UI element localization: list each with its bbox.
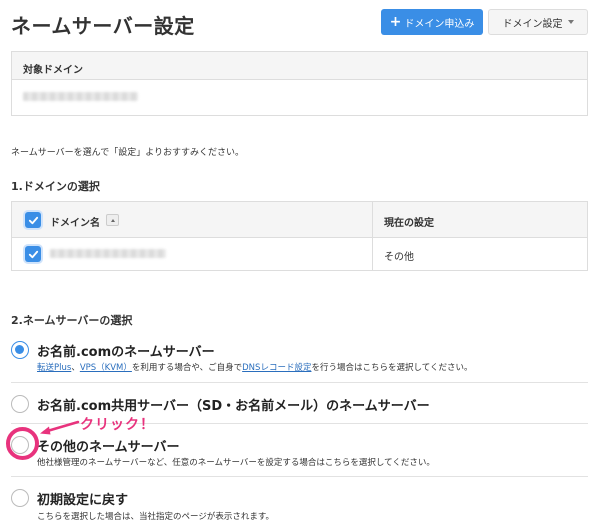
domain-settings-dropdown[interactable]: ドメイン設定 <box>488 9 588 35</box>
row-checkbox[interactable] <box>25 246 41 262</box>
target-domain-panel: 対象ドメイン <box>11 51 588 116</box>
divider <box>11 476 588 477</box>
ns-option-label: お名前.com共用サーバー（SD・お名前メール）のネームサーバー <box>37 399 430 414</box>
ns-option-label: お名前.comのネームサーバー <box>37 345 215 360</box>
radio-shared[interactable] <box>11 395 29 413</box>
ns-option-reset[interactable]: 初期設定に戻す こちらを選択した場合は、当社指定のページが表示されます。 <box>11 488 588 522</box>
divider <box>11 382 588 383</box>
sort-up-icon <box>110 218 115 222</box>
current-setting-value: その他 <box>384 252 414 263</box>
redacted-domain <box>23 92 138 101</box>
ns-option-onamae[interactable]: お名前.comのネームサーバー 転送Plus、VPS（KVM）を利用する場合や、… <box>11 340 588 375</box>
domain-section-title: 1.ドメインの選択 <box>11 180 100 193</box>
column-divider <box>372 238 373 270</box>
link-vps-kvm[interactable]: VPS（KVM） <box>80 363 132 373</box>
highlight-ring <box>6 427 39 460</box>
annotation-text: クリック！ <box>80 417 155 433</box>
ns-option-desc: こちらを選択した場合は、当社指定のページが表示されます。 <box>37 512 274 522</box>
ns-section-title: 2.ネームサーバーの選択 <box>11 314 133 327</box>
check-icon <box>28 250 38 258</box>
ns-option-desc: 他社様管理のネームサーバーなど、任意のネームサーバーを設定する場合はこちらを選択… <box>37 458 435 468</box>
page-title: ネームサーバー設定 <box>11 14 195 38</box>
domain-table-header: ドメイン名 現在の設定 <box>12 202 587 238</box>
radio-reset[interactable] <box>11 489 29 507</box>
col-domain-name: ドメイン名 <box>50 218 100 229</box>
ns-option-shared[interactable]: お名前.com共用サーバー（SD・お名前メール）のネームサーバー <box>11 393 588 415</box>
target-domain-heading: 対象ドメイン <box>12 52 587 80</box>
ns-option-label: 初期設定に戻す <box>37 493 129 508</box>
redacted-domain <box>50 249 166 258</box>
plus-icon: + <box>389 14 402 30</box>
ns-option-desc: 転送Plus、VPS（KVM）を利用する場合や、ご自身でDNSレコード設定を行う… <box>37 363 473 373</box>
col-current-setting: 現在の設定 <box>384 218 434 229</box>
add-domain-button[interactable]: + ドメイン申込み <box>381 9 483 35</box>
domain-settings-label: ドメイン設定 <box>502 18 563 30</box>
chevron-down-icon <box>567 20 574 24</box>
radio-onamae[interactable] <box>11 341 29 359</box>
link-dns-record[interactable]: DNSレコード設定 <box>242 363 311 373</box>
table-row: その他 <box>12 238 587 270</box>
arrow-icon <box>40 420 80 435</box>
ns-option-other[interactable]: その他のネームサーバー 他社様管理のネームサーバーなど、任意のネームサーバーを設… <box>11 434 588 468</box>
select-all-checkbox[interactable] <box>25 212 41 228</box>
column-divider <box>372 202 373 237</box>
domain-table: ドメイン名 現在の設定 その他 <box>11 201 588 271</box>
add-domain-label: ドメイン申込み <box>404 18 475 30</box>
check-icon <box>28 216 38 224</box>
sort-button[interactable] <box>106 214 119 226</box>
link-tensou-plus[interactable]: 転送Plus <box>37 363 71 373</box>
intro-text: ネームサーバーを選んで「設定」よりおすすみください。 <box>11 148 245 158</box>
ns-option-label: その他のネームサーバー <box>37 440 180 455</box>
